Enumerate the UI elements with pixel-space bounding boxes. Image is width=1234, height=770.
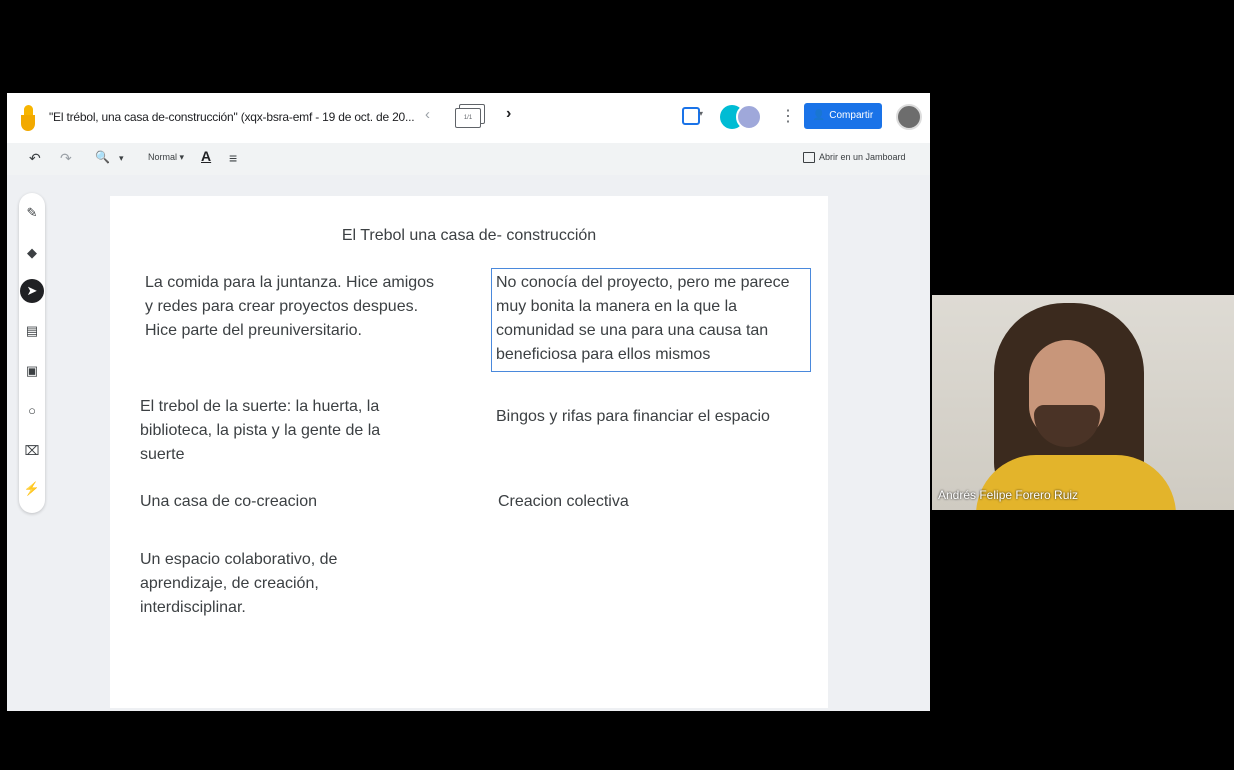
pen-icon[interactable]: ✎ — [20, 201, 44, 225]
image-icon[interactable]: ▣ — [20, 359, 44, 383]
select-icon[interactable]: ➤ — [20, 279, 44, 303]
laser-icon[interactable]: ⚡ — [20, 477, 44, 501]
text-box-icon[interactable]: ⌧ — [20, 439, 44, 463]
tool-palette: ✎ ◆ ➤ ▤ ▣ ○ ⌧ ⚡ — [19, 193, 45, 513]
text-box[interactable]: Bingos y rifas para financiar el espacio — [496, 405, 808, 429]
text-color-icon[interactable]: A — [201, 148, 211, 164]
participant-video-tile[interactable]: Andrés Felipe Forero Ruiz — [932, 295, 1234, 510]
more-options-icon[interactable]: ⋮ — [780, 106, 796, 126]
share-button[interactable]: 👤 Compartir — [804, 103, 882, 129]
edit-toolbar: ↶ ↷ 🔍 ▾ Normal ▾ A ≡ Abrir en un Jamboar… — [7, 143, 930, 175]
open-in-jamboard-button[interactable]: Abrir en un Jamboard — [803, 152, 906, 164]
collaborator-avatars[interactable] — [720, 103, 766, 131]
text-box[interactable]: No conocía del proyecto, pero me parece … — [496, 271, 808, 367]
present-icon — [682, 107, 700, 125]
jamboard-app: "El trébol, una casa de-construcción" (x… — [7, 93, 930, 711]
chevron-left-icon[interactable]: ‹ — [425, 106, 430, 123]
zoom-icon[interactable]: 🔍 — [95, 150, 110, 164]
undo-icon[interactable]: ↶ — [29, 150, 41, 167]
text-box[interactable]: Creacion colectiva — [498, 490, 798, 514]
text-box[interactable]: La comida para la juntanza. Hice amigos … — [145, 271, 435, 343]
shared-screen: "El trébol, una casa de-construcción" (x… — [7, 5, 930, 765]
zoom-dropdown-icon[interactable]: ▾ — [119, 153, 124, 164]
text-box[interactable]: Un espacio colaborativo, de aprendizaje,… — [140, 548, 370, 620]
top-bar: "El trébol, una casa de-construcción" (x… — [7, 93, 930, 143]
open-jamboard-label: Abrir en un Jamboard — [819, 152, 906, 162]
circle-icon[interactable]: ○ — [20, 399, 44, 423]
frame-counter: 1/1 — [455, 108, 481, 128]
text-box[interactable]: El trebol de la suerte: la huerta, la bi… — [140, 395, 390, 467]
jamboard-logo-icon — [21, 105, 35, 131]
open-jamboard-icon — [803, 152, 815, 164]
frame-bar-button[interactable]: 1/1 — [455, 104, 485, 128]
profile-avatar[interactable] — [896, 104, 922, 130]
redo-icon[interactable]: ↷ — [60, 150, 72, 167]
share-label: Compartir — [829, 110, 874, 121]
person-add-icon: 👤 — [812, 110, 826, 121]
participant-name: Andrés Felipe Forero Ruiz — [938, 488, 1079, 502]
eraser-icon[interactable]: ◆ — [20, 241, 44, 265]
text-style-select[interactable]: Normal ▾ — [148, 152, 184, 163]
chevron-right-icon[interactable]: › — [506, 105, 511, 123]
align-icon[interactable]: ≡ — [229, 150, 237, 166]
text-box[interactable]: Una casa de co-creacion — [140, 490, 440, 514]
board-title[interactable]: El Trebol una casa de- construcción — [110, 227, 828, 245]
sticky-note-icon[interactable]: ▤ — [20, 319, 44, 343]
avatar[interactable] — [736, 104, 762, 130]
present-button[interactable]: ▾ — [682, 107, 704, 127]
chevron-down-icon: ▾ — [699, 109, 704, 118]
jam-frame[interactable]: El Trebol una casa de- construcción La c… — [110, 196, 828, 708]
document-title[interactable]: "El trébol, una casa de-construcción" (x… — [49, 110, 415, 124]
